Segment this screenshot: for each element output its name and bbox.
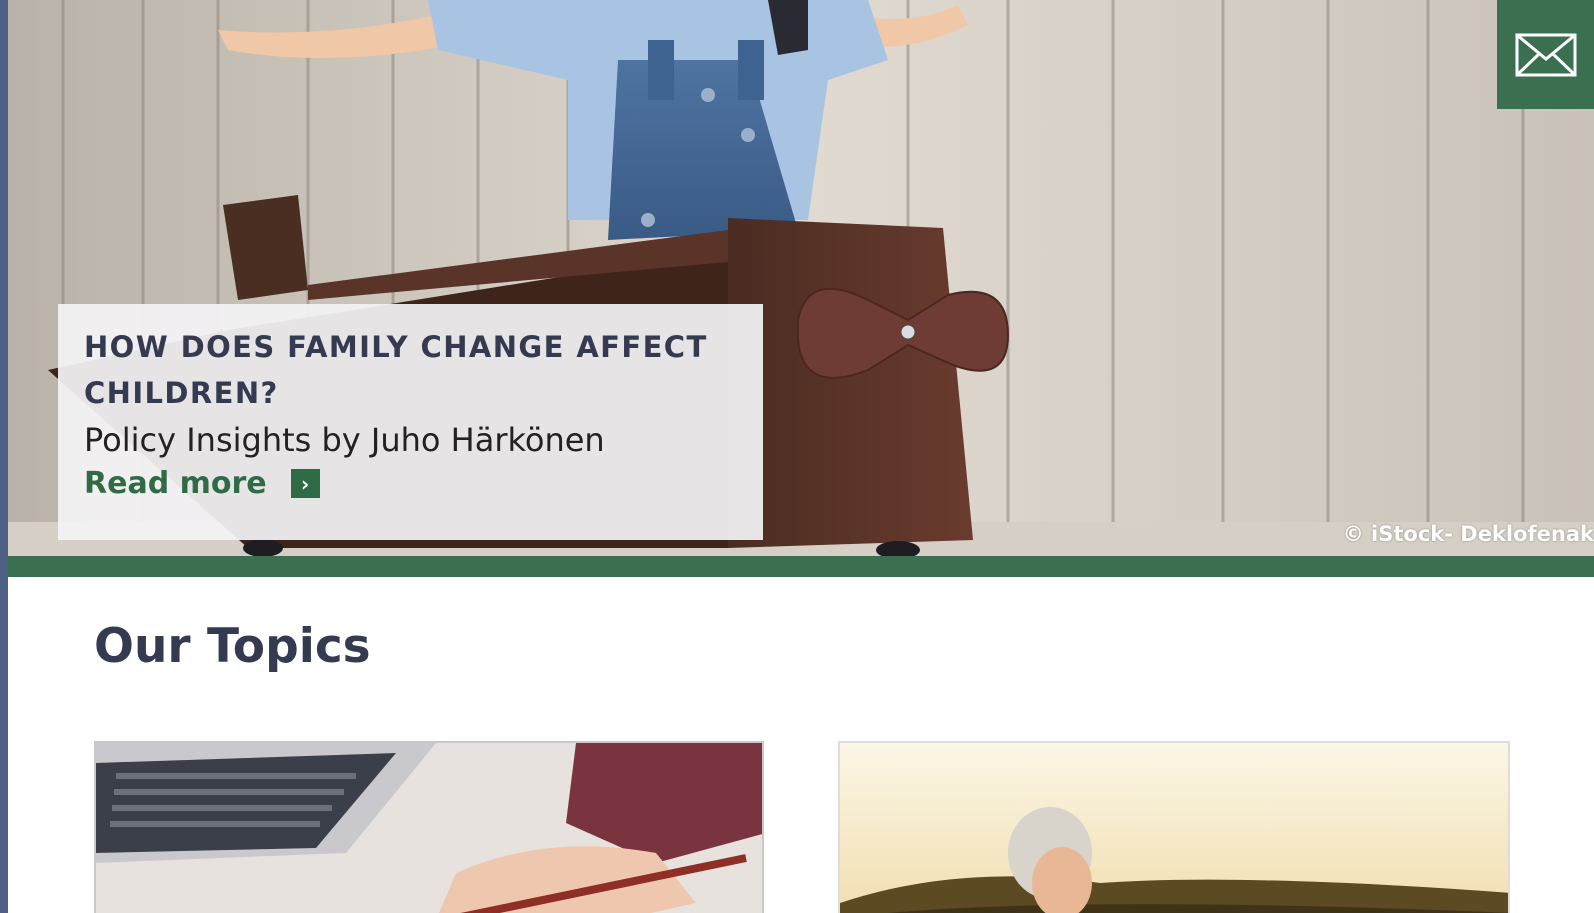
read-more-link[interactable]: Read more › (84, 466, 320, 501)
chevron-right-icon: › (290, 469, 320, 498)
hero-divider-bar (8, 556, 1594, 577)
envelope-icon (1515, 33, 1576, 76)
left-edge-strip (0, 0, 8, 913)
topic-card-senior[interactable] (838, 741, 1510, 913)
page: HOW DOES FAMILY CHANGE AFFECT CHILDREN? … (0, 0, 1594, 913)
elderly-woman-sunset-photo (840, 743, 1508, 913)
laptop-and-pen-photo (96, 743, 762, 913)
hero-headline[interactable]: HOW DOES FAMILY CHANGE AFFECT CHILDREN? (84, 324, 737, 416)
read-more-label: Read more (84, 466, 267, 501)
hero-subtitle: Policy Insights by Juho Härkönen (84, 421, 605, 459)
photo-credit: © iStock- Deklofenak (1342, 522, 1594, 546)
hero-caption-box: HOW DOES FAMILY CHANGE AFFECT CHILDREN? … (58, 304, 763, 540)
hero-banner: HOW DOES FAMILY CHANGE AFFECT CHILDREN? … (8, 0, 1594, 556)
topic-card-laptop[interactable] (94, 741, 764, 913)
newsletter-mail-button[interactable] (1497, 0, 1594, 109)
topics-heading: Our Topics (94, 619, 371, 674)
